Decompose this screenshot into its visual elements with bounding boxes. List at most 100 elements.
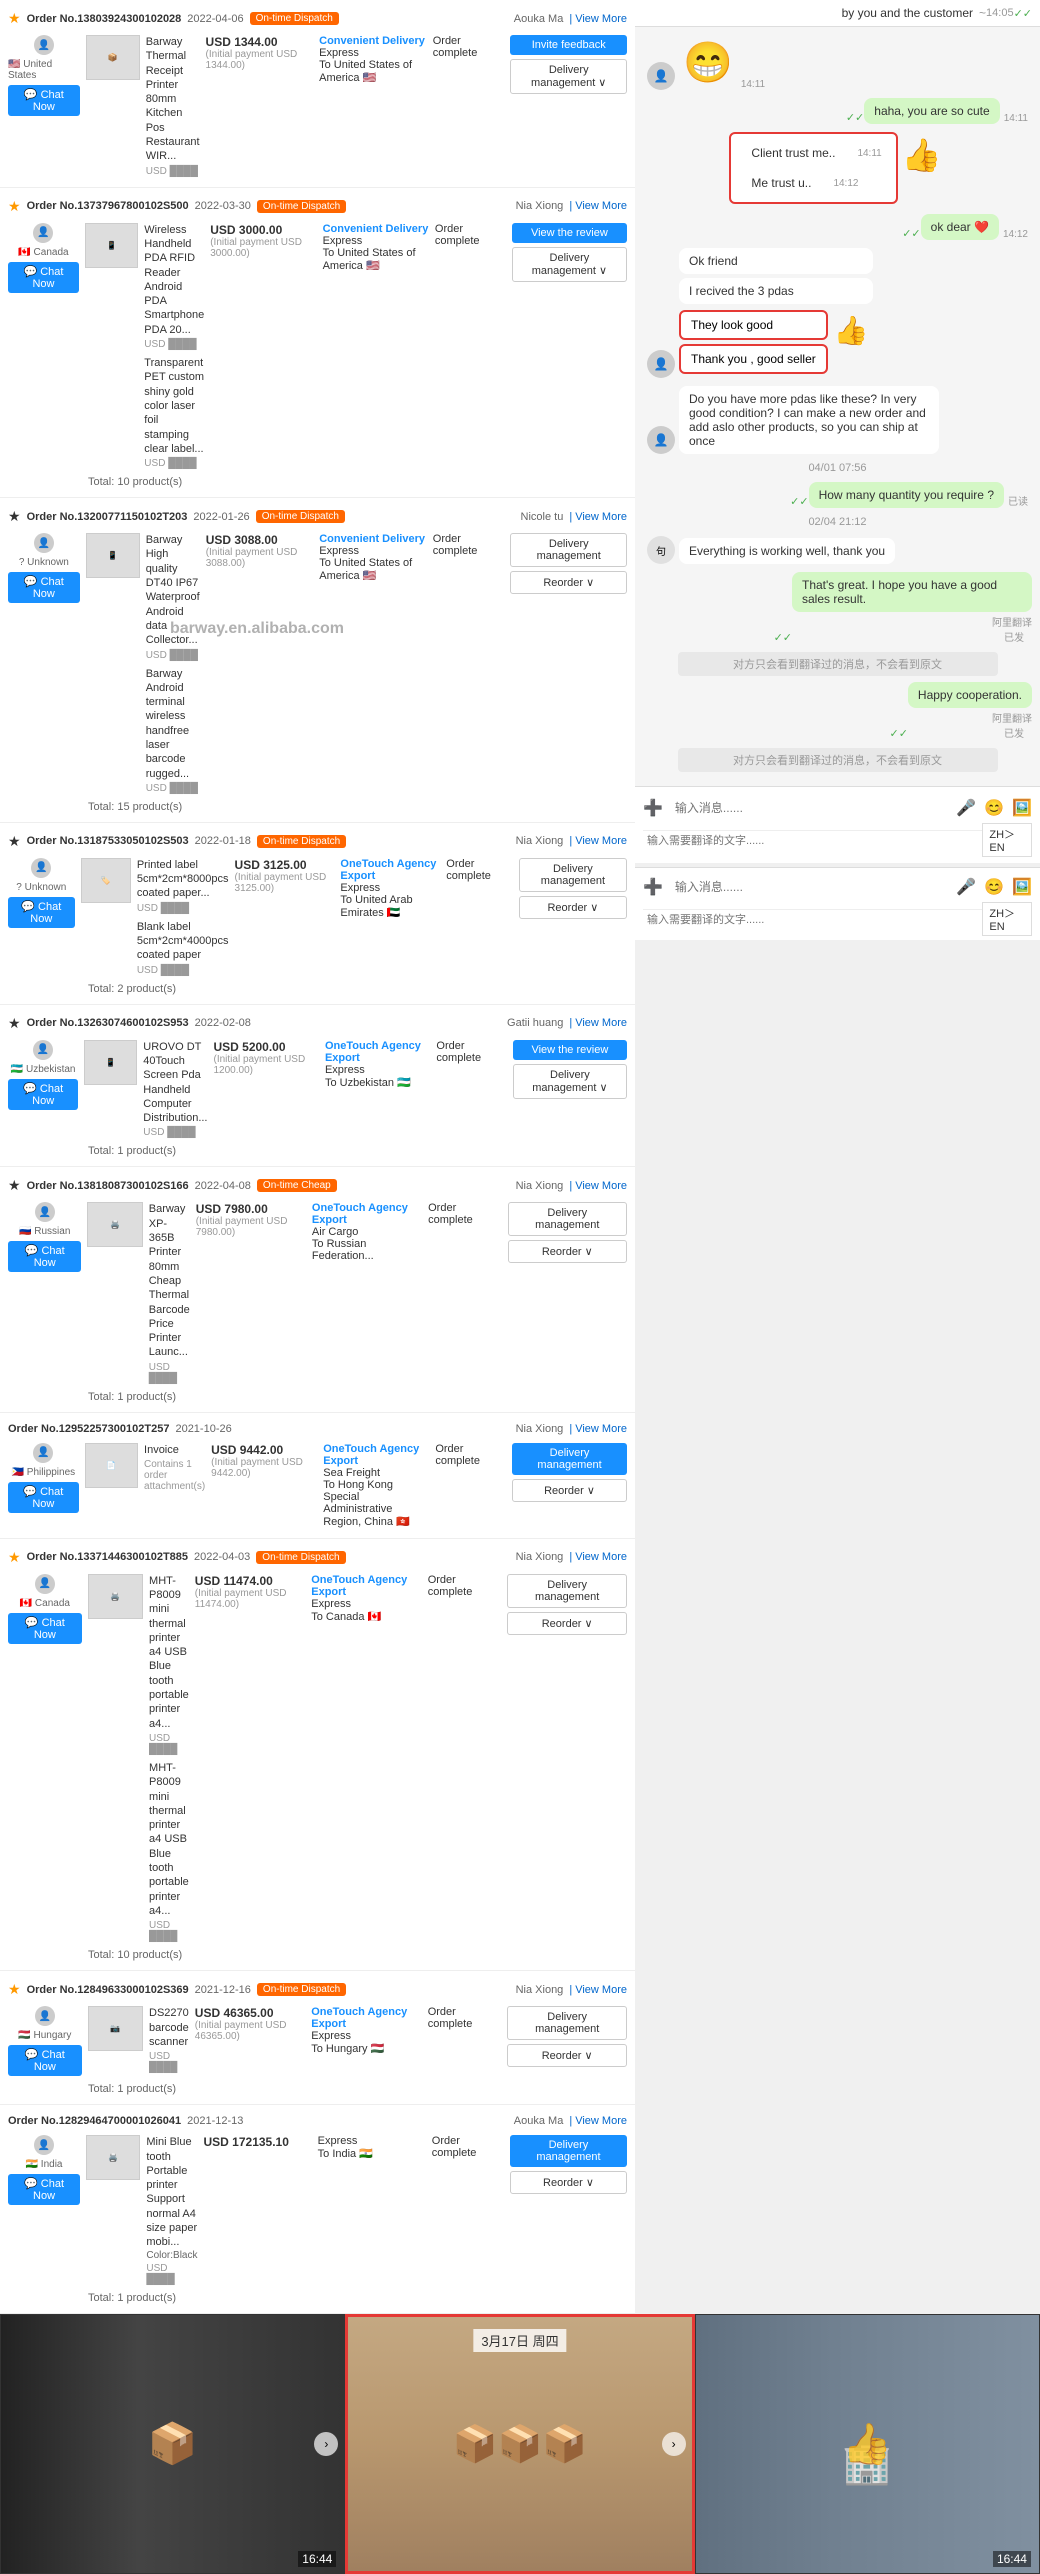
look-good-bordered: They look good xyxy=(679,310,828,340)
trust-bubble-2: Me trust u.. xyxy=(741,170,821,196)
dispatch-badge-9: On-time Dispatch xyxy=(257,1983,346,1996)
image-icon-2[interactable]: 🖼️ xyxy=(1012,877,1032,897)
chat-now-btn-8[interactable]: 💬 Chat Now xyxy=(8,1613,82,1644)
user-avatar-3: 👤 xyxy=(34,533,54,553)
image-icon[interactable]: 🖼️ xyxy=(1012,798,1032,818)
chat-now-btn-10[interactable]: 💬 Chat Now xyxy=(8,2174,80,2205)
user-avatar-6: 👤 xyxy=(35,1202,55,1222)
action-btn-3a[interactable]: Delivery management xyxy=(510,533,627,567)
chat-now-btn-7[interactable]: 💬 Chat Now xyxy=(8,1482,79,1513)
translate-input[interactable] xyxy=(643,830,982,851)
view-more-2[interactable]: | View More xyxy=(569,200,627,212)
message-input[interactable] xyxy=(671,797,948,819)
view-more-10[interactable]: | View More xyxy=(569,2115,627,2127)
check-marks: ~ xyxy=(979,6,986,20)
product-name-6a: Barway XP-365B Printer 80mm Cheap Therma… xyxy=(149,1202,190,1359)
delivery-method-3: Express xyxy=(319,545,427,557)
delivery-to-8: To Canada 🇨🇦 xyxy=(311,1610,421,1623)
order-date-6: 2022-04-08 xyxy=(195,1180,251,1192)
delivery-to-6: To Russian Federation... xyxy=(312,1238,422,1262)
order-date-7: 2021-10-26 xyxy=(175,1423,231,1435)
delivery-type-5: OneTouch Agency Export xyxy=(325,1040,430,1064)
delivery-method-5: Express xyxy=(325,1064,430,1076)
status-7: Order complete xyxy=(435,1443,506,1467)
translate-input-2[interactable] xyxy=(643,909,982,930)
right-arrow-left-img[interactable]: › xyxy=(314,2432,338,2456)
delivery-to-2: To United States of America 🇺🇸 xyxy=(323,247,429,272)
user-avatar-1: 👤 xyxy=(34,35,54,55)
check-great: ✓✓ xyxy=(774,631,792,644)
action-btn-6b[interactable]: Reorder ∨ xyxy=(508,1240,627,1263)
chat-now-btn-6[interactable]: 💬 Chat Now xyxy=(8,1241,81,1272)
product-name-7a: Invoice xyxy=(144,1443,205,1457)
user-avatar-8: 👤 xyxy=(35,1574,55,1594)
happy-coop-row: Happy cooperation. 阿里翻译 已发 ✓✓ xyxy=(643,682,1032,740)
chat-now-btn-3[interactable]: 💬 Chat Now xyxy=(8,572,80,603)
product-name-4a: Printed label 5cm*2cm*8000pcs coated pap… xyxy=(137,858,229,901)
action-btn-8b[interactable]: Reorder ∨ xyxy=(507,1612,627,1635)
view-more-3[interactable]: | View More xyxy=(569,511,627,523)
emoji-icon-btn[interactable]: 😊 xyxy=(984,798,1004,818)
user-avatar-10: 👤 xyxy=(34,2135,54,2155)
chat-now-btn-5[interactable]: 💬 Chat Now xyxy=(8,1079,78,1110)
zh-en-badge[interactable]: ZH＞EN xyxy=(982,823,1032,857)
action-btn-7a[interactable]: Delivery management xyxy=(512,1443,627,1475)
action-btn-5a[interactable]: View the review xyxy=(513,1040,627,1060)
action-btn-9b[interactable]: Reorder ∨ xyxy=(507,2044,627,2067)
order-number-4: Order No.13187533050102S503 xyxy=(27,835,189,847)
action-btn-7b[interactable]: Reorder ∨ xyxy=(512,1479,627,1502)
price-initial-3: (Initial payment USD 3088.00) xyxy=(206,547,314,569)
dispatch-badge-6: On-time Cheap xyxy=(257,1179,337,1192)
do-you-have-row: 👤 Do you have more pdas like these? In v… xyxy=(643,386,1032,454)
action-btn-4a[interactable]: Delivery management xyxy=(519,858,627,892)
bottom-images-section: 📦 › 16:44 📦📦📦 3月17日 周四 › 👍 🏢 16:44 xyxy=(0,2314,1040,2574)
user-avatar-7: 👤 xyxy=(33,1443,53,1463)
location-10: 🇮🇳 India xyxy=(26,2159,63,2170)
mic-icon-2[interactable]: 🎤 xyxy=(956,877,976,897)
view-more-6[interactable]: | View More xyxy=(569,1180,627,1192)
view-more-4[interactable]: | View More xyxy=(569,835,627,847)
action-btn-8a[interactable]: Delivery management xyxy=(507,1574,627,1608)
action-btn-2b[interactable]: Delivery management ∨ xyxy=(512,247,627,282)
action-btn-2a[interactable]: View the review xyxy=(512,223,627,243)
product-img-8a: 🖨️ xyxy=(88,1574,143,1619)
price-4: USD 3125.00 xyxy=(235,858,335,872)
do-you-have-bubble: Do you have more pdas like these? In ver… xyxy=(679,386,939,454)
order-number-10: Order No.12829464700001026041 xyxy=(8,2115,181,2127)
product-name-10a: Mini Blue tooth Portable printer Support… xyxy=(146,2135,197,2249)
view-more-7[interactable]: | View More xyxy=(569,1423,627,1435)
product-name-3b: Barway Android terminal wireless handfre… xyxy=(146,667,200,781)
delivery-type-3: Convenient Delivery xyxy=(319,533,427,545)
view-more-5[interactable]: | View More xyxy=(569,1017,627,1029)
view-more-9[interactable]: | View More xyxy=(569,1984,627,1996)
delivery-method-10: Express xyxy=(318,2135,426,2147)
action-btn-6a[interactable]: Delivery management xyxy=(508,1202,627,1236)
action-btn-4b[interactable]: Reorder ∨ xyxy=(519,896,627,919)
action-btn-1b[interactable]: Delivery management ∨ xyxy=(510,59,627,94)
chat-now-btn-2[interactable]: 💬 Chat Now xyxy=(8,262,79,293)
mic-icon[interactable]: 🎤 xyxy=(956,798,976,818)
plus-icon-2[interactable]: ➕ xyxy=(643,877,663,897)
action-btn-1a[interactable]: Invite feedback xyxy=(510,35,627,55)
total-9: Total: 1 product(s) xyxy=(8,2080,627,2098)
chat-now-btn-1[interactable]: 💬 Chat Now xyxy=(8,85,80,116)
action-btn-5b[interactable]: Delivery management ∨ xyxy=(513,1064,627,1099)
price-3: USD 3088.00 xyxy=(206,533,314,547)
time-label-left: 16:44 xyxy=(298,2551,336,2567)
chat-now-btn-9[interactable]: 💬 Chat Now xyxy=(8,2045,82,2076)
zh-en-badge-2[interactable]: ZH＞EN xyxy=(982,902,1032,936)
chat-now-btn-4[interactable]: 💬 Chat Now xyxy=(8,897,75,928)
status-10: Order complete xyxy=(432,2135,504,2159)
action-btn-3b[interactable]: Reorder ∨ xyxy=(510,571,627,594)
message-input-2[interactable] xyxy=(671,876,948,898)
plus-icon[interactable]: ➕ xyxy=(643,798,663,818)
order-date-10: 2021-12-13 xyxy=(187,2115,243,2127)
view-more-8[interactable]: | View More xyxy=(569,1551,627,1563)
view-more-1[interactable]: | View More xyxy=(569,13,627,25)
action-btn-10a[interactable]: Delivery management xyxy=(510,2135,627,2167)
action-btn-9a[interactable]: Delivery management xyxy=(507,2006,627,2040)
action-btn-10b[interactable]: Reorder ∨ xyxy=(510,2171,627,2194)
emoji-icon-2[interactable]: 😊 xyxy=(984,877,1004,897)
right-arrow-middle-img[interactable]: › xyxy=(662,2432,686,2456)
dispatch-badge-3: On-time Dispatch xyxy=(256,510,345,523)
